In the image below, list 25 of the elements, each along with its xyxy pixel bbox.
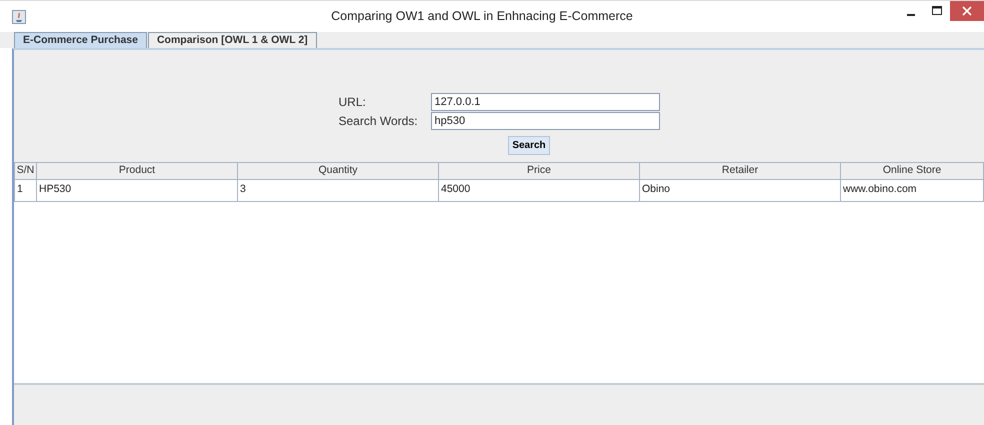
close-button[interactable] — [950, 1, 984, 21]
column-header: Online Store — [840, 162, 984, 180]
table-cell: www.obino.com — [840, 179, 984, 202]
column-header: Product — [36, 162, 238, 180]
table-cell: 45000 — [438, 179, 640, 202]
tab[interactable]: Comparison [OWL 1 & OWL 2] — [148, 32, 317, 48]
close-icon — [962, 6, 972, 16]
table-cell: Obino — [640, 179, 840, 202]
column-header: Retailer — [640, 162, 840, 180]
table-cell: HP530 — [36, 179, 238, 202]
minimize-icon — [907, 14, 915, 16]
app-icon — [12, 10, 26, 24]
field-label: Search Words: — [338, 112, 419, 130]
column-header: S/N — [14, 162, 36, 180]
column-header: Price — [438, 162, 640, 180]
maximize-icon — [932, 6, 942, 16]
table-cell: 3 — [238, 179, 438, 202]
search-button[interactable]: Search — [508, 136, 550, 155]
tab[interactable]: E-Commerce Purchase — [14, 32, 147, 48]
input-field[interactable]: 127.0.0.1 — [430, 92, 660, 110]
field-label: URL: — [338, 94, 367, 110]
window-title: Comparing OW1 and OWL in Enhnacing E-Commerce — [330, 8, 634, 26]
table-cell: 1 — [14, 179, 36, 202]
input-field[interactable]: hp530 — [430, 112, 660, 130]
column-header: Quantity — [238, 162, 438, 180]
